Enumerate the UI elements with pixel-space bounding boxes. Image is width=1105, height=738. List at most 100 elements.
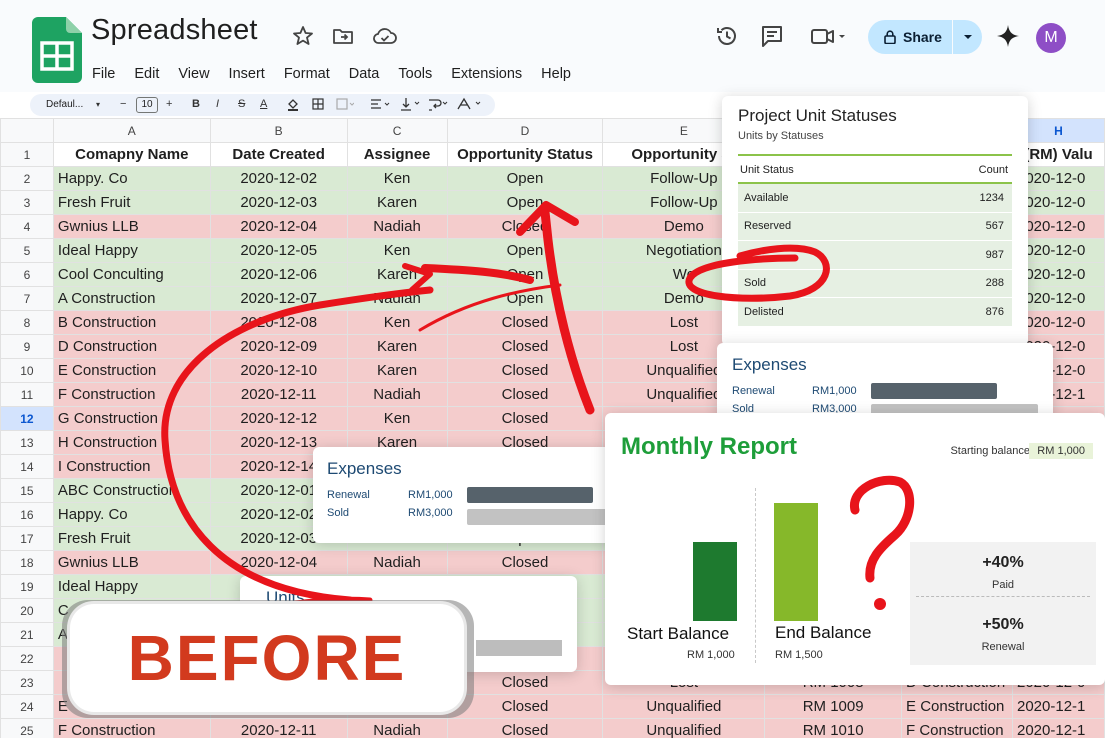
menu-insert[interactable]: Insert — [229, 66, 265, 82]
grid-cell[interactable]: 2020-12-09 — [209, 334, 348, 359]
grid-cell[interactable]: RM 1009 — [764, 694, 903, 719]
column-header-a[interactable]: A — [52, 118, 211, 143]
grid-cell[interactable]: Closed — [446, 334, 604, 359]
row-number[interactable]: 13 — [0, 430, 54, 455]
row-number[interactable]: 23 — [0, 670, 54, 695]
text-rotation-icon[interactable] — [456, 97, 486, 111]
grid-cell[interactable]: Happy. Co — [52, 166, 211, 191]
row-number[interactable]: 20 — [0, 598, 54, 623]
column-header-c[interactable]: C — [346, 118, 448, 143]
row-number[interactable]: 25 — [0, 718, 54, 738]
grid-cell[interactable]: A Construction — [52, 286, 211, 311]
menu-help[interactable]: Help — [541, 66, 571, 82]
comments-icon[interactable] — [758, 22, 786, 50]
row-number[interactable]: 2 — [0, 166, 54, 191]
row-number[interactable]: 16 — [0, 502, 54, 527]
grid-cell[interactable]: Open — [446, 286, 604, 311]
grid-cell[interactable]: Happy. Co — [52, 502, 211, 527]
row-number[interactable]: 11 — [0, 382, 54, 407]
column-header-d[interactable]: D — [446, 118, 604, 143]
avatar[interactable]: M — [1036, 23, 1066, 53]
document-title[interactable]: Spreadsheet — [91, 14, 258, 47]
grid-cell[interactable]: 2020-12-10 — [209, 358, 348, 383]
text-wrap-icon[interactable] — [428, 97, 450, 111]
grid-cell[interactable]: Karen — [346, 190, 448, 215]
row-number[interactable]: 8 — [0, 310, 54, 335]
grid-cell[interactable]: Closed — [446, 358, 604, 383]
row-number[interactable]: 15 — [0, 478, 54, 503]
grid-cell[interactable]: Nadiah — [346, 382, 448, 407]
grid-cell[interactable]: Closed — [446, 406, 604, 431]
merge-cells-icon[interactable] — [336, 98, 354, 110]
grid-cell[interactable]: Nadiah — [346, 718, 448, 738]
grid-cell[interactable]: 2020-12-11 — [209, 718, 348, 738]
row-number[interactable]: 10 — [0, 358, 54, 383]
grid-cell[interactable]: Ken — [346, 166, 448, 191]
meet-video-icon[interactable] — [808, 22, 852, 50]
grid-cell[interactable]: Karen — [346, 334, 448, 359]
grid-cell[interactable]: I Construction — [52, 454, 211, 479]
grid-cell[interactable]: D Construction — [52, 334, 211, 359]
row-number[interactable]: 17 — [0, 526, 54, 551]
grid-cell[interactable]: Cool Conculting — [52, 262, 211, 287]
grid-cell[interactable]: Gwnius LLB — [52, 550, 211, 575]
row-number[interactable]: 12 — [0, 406, 54, 431]
cloud-saved-icon[interactable] — [372, 24, 398, 48]
increase-font-size-button[interactable]: + — [166, 98, 172, 110]
grid-cell[interactable]: Fresh Fruit — [52, 526, 211, 551]
text-color-button[interactable]: A — [260, 98, 267, 110]
grid-cell[interactable]: 2020-12-02 — [209, 166, 348, 191]
grid-cell[interactable]: 2020-12-11 — [209, 382, 348, 407]
version-history-icon[interactable] — [713, 22, 741, 50]
grid-cell[interactable]: F Construction — [52, 382, 211, 407]
grid-cell[interactable]: RM 1010 — [764, 718, 903, 738]
menu-data[interactable]: Data — [349, 66, 380, 82]
align-left-icon[interactable] — [370, 98, 392, 110]
gemini-sparkle-icon[interactable] — [994, 22, 1022, 50]
font-family-select[interactable]: Defaul... — [46, 99, 83, 110]
grid-cell[interactable]: Unqualified — [602, 694, 766, 719]
grid-cell[interactable]: Ideal Happy — [52, 574, 211, 599]
grid-cell[interactable]: Open — [446, 238, 604, 263]
grid-cell[interactable]: Ken — [346, 310, 448, 335]
row-number[interactable]: 5 — [0, 238, 54, 263]
row-number[interactable]: 14 — [0, 454, 54, 479]
grid-cell[interactable]: Closed — [446, 214, 604, 239]
grid-cell[interactable]: E Construction — [901, 694, 1013, 719]
grid-cell[interactable]: F Construction — [901, 718, 1013, 738]
row-number[interactable]: 1 — [0, 142, 54, 167]
grid-cell[interactable]: G Construction — [52, 406, 211, 431]
menu-edit[interactable]: Edit — [134, 66, 159, 82]
font-size-input[interactable]: 10 — [136, 97, 158, 113]
grid-cell[interactable]: Closed — [446, 718, 604, 738]
header-cell-date[interactable]: Date Created — [209, 142, 348, 167]
share-dropdown-button[interactable] — [953, 20, 982, 54]
menu-file[interactable]: File — [92, 66, 115, 82]
row-number[interactable]: 24 — [0, 694, 54, 719]
grid-cell[interactable]: 2020-12-04 — [209, 214, 348, 239]
header-cell-assignee[interactable]: Assignee — [346, 142, 448, 167]
grid-cell[interactable]: Nadiah — [346, 550, 448, 575]
row-number[interactable]: 21 — [0, 622, 54, 647]
header-cell-status[interactable]: Opportunity Status — [446, 142, 604, 167]
italic-button[interactable]: I — [216, 98, 219, 110]
menu-tools[interactable]: Tools — [398, 66, 432, 82]
grid-cell[interactable]: 2020-12-12 — [209, 406, 348, 431]
grid-cell[interactable]: Ideal Happy — [52, 238, 211, 263]
grid-cell[interactable]: F Construction — [52, 718, 211, 738]
row-number[interactable]: 18 — [0, 550, 54, 575]
row-number[interactable]: 9 — [0, 334, 54, 359]
fill-color-icon[interactable] — [286, 97, 300, 111]
row-number[interactable]: 3 — [0, 190, 54, 215]
decrease-font-size-button[interactable]: − — [120, 98, 126, 110]
grid-cell[interactable]: 2020-12-1 — [1012, 694, 1105, 719]
grid-cell[interactable]: 2020-12-08 — [209, 310, 348, 335]
grid-cell[interactable]: Ken — [346, 406, 448, 431]
row-number[interactable]: 22 — [0, 646, 54, 671]
menu-format[interactable]: Format — [284, 66, 330, 82]
grid-cell[interactable]: E Construction — [52, 358, 211, 383]
menu-extensions[interactable]: Extensions — [451, 66, 522, 82]
strikethrough-button[interactable]: S — [238, 98, 245, 110]
grid-cell[interactable]: 2020-12-05 — [209, 238, 348, 263]
grid-cell[interactable]: Closed — [446, 310, 604, 335]
